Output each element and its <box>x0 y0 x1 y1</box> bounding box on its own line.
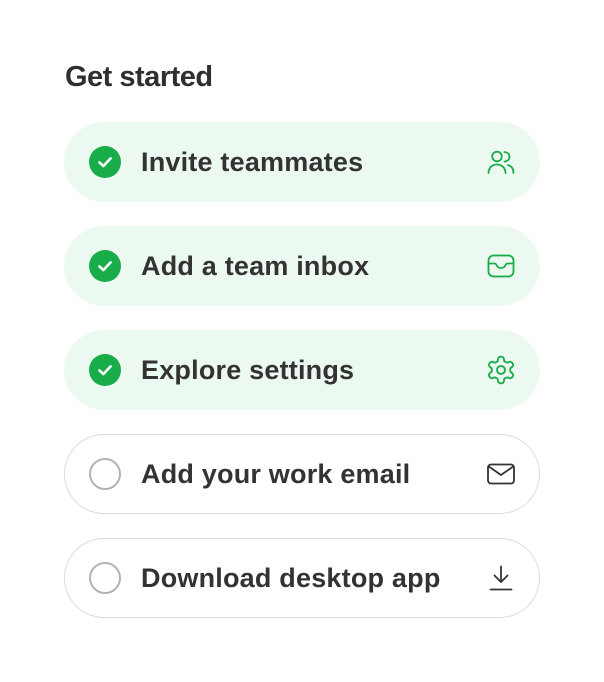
gear-icon <box>485 354 517 386</box>
users-icon <box>485 146 517 178</box>
checklist-item-label: Download desktop app <box>141 562 441 593</box>
unchecked-circle-icon <box>89 458 121 490</box>
unchecked-circle-icon <box>89 562 121 594</box>
checklist-item-label: Add a team inbox <box>141 250 370 281</box>
download-icon <box>485 562 517 594</box>
status-indicator <box>89 354 121 386</box>
checkmark-icon <box>89 354 121 386</box>
checklist-item-label: Explore settings <box>141 354 355 385</box>
checklist-item-label: Invite teammates <box>141 146 364 177</box>
page-title: Get started <box>65 61 213 93</box>
checklist-item-invite-teammates[interactable]: Invite teammates <box>64 122 540 202</box>
checklist-item-download-desktop-app[interactable]: Download desktop app <box>64 538 540 618</box>
checkmark-icon <box>89 250 121 282</box>
checklist-item-add-team-inbox[interactable]: Add a team inbox <box>64 226 540 306</box>
checkmark-icon <box>89 146 121 178</box>
status-indicator <box>89 562 121 594</box>
status-indicator <box>89 250 121 282</box>
status-indicator <box>89 458 121 490</box>
checklist-item-add-work-email[interactable]: Add your work email <box>64 434 540 514</box>
mail-icon <box>485 458 517 490</box>
checklist-item-explore-settings[interactable]: Explore settings <box>64 330 540 410</box>
get-started-checklist: Invite teammates Add a team inbox Explor… <box>64 122 540 642</box>
checklist-item-label: Add your work email <box>141 458 411 489</box>
status-indicator <box>89 146 121 178</box>
inbox-icon <box>485 250 517 282</box>
